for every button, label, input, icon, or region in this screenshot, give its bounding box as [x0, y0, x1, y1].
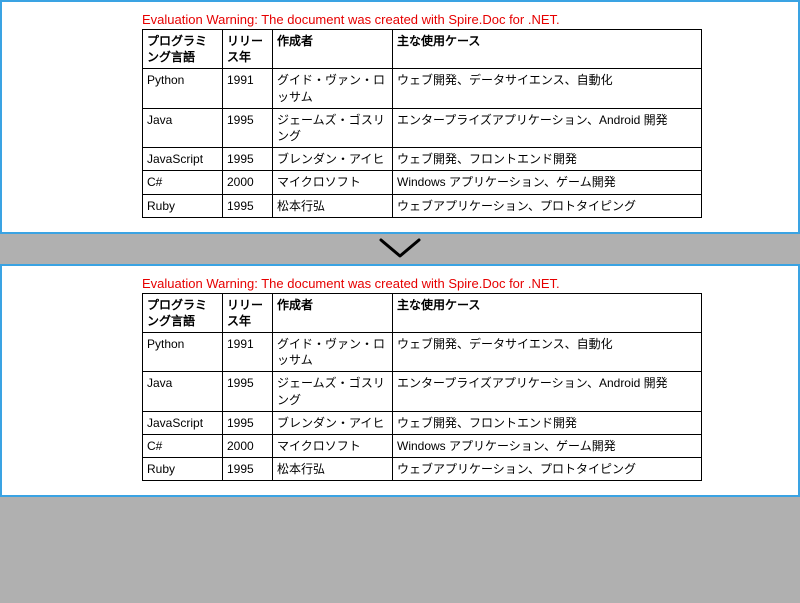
table-row: Ruby 1995 松本行弘 ウェブアプリケーション、プロトタイピング: [143, 458, 702, 481]
cell-year: 1995: [223, 108, 273, 147]
document-panel-after: Evaluation Warning: The document was cre…: [0, 264, 800, 498]
cell-creator: グイド・ヴァン・ロッサム: [273, 69, 393, 108]
cell-creator: マイクロソフト: [273, 435, 393, 458]
cell-use: ウェブアプリケーション、プロトタイピング: [393, 458, 702, 481]
header-creator: 作成者: [273, 293, 393, 332]
cell-creator: グイド・ヴァン・ロッサム: [273, 333, 393, 372]
table-row: C# 2000 マイクロソフト Windows アプリケーション、ゲーム開発: [143, 435, 702, 458]
cell-use: ウェブ開発、フロントエンド開発: [393, 411, 702, 434]
header-use: 主な使用ケース: [393, 293, 702, 332]
table-row: Java 1995 ジェームズ・ゴスリング エンタープライズアプリケーション、A…: [143, 372, 702, 411]
transform-arrow-row: [0, 234, 800, 264]
chevron-down-icon: [377, 236, 423, 262]
header-lang: プログラミング言語: [143, 293, 223, 332]
cell-year: 2000: [223, 435, 273, 458]
cell-use: ウェブ開発、データサイエンス、自動化: [393, 333, 702, 372]
cell-year: 1995: [223, 372, 273, 411]
cell-use: ウェブアプリケーション、プロトタイピング: [393, 194, 702, 217]
table-header-row: プログラミング言語 リリース年 作成者 主な使用ケース: [143, 293, 702, 332]
table-row: C# 2000 マイクロソフト Windows アプリケーション、ゲーム開発: [143, 171, 702, 194]
cell-creator: ジェームズ・ゴスリング: [273, 372, 393, 411]
evaluation-warning: Evaluation Warning: The document was cre…: [142, 276, 778, 291]
table-row: JavaScript 1995 ブレンダン・アイヒ ウェブ開発、フロントエンド開…: [143, 411, 702, 434]
cell-use: Windows アプリケーション、ゲーム開発: [393, 435, 702, 458]
programming-languages-table-modified: プログラミング言語 リリース年 作成者 主な使用ケース Python 1991 …: [142, 293, 702, 482]
cell-creator: ジェームズ・ゴスリング: [273, 108, 393, 147]
cell-year: 1995: [223, 148, 273, 171]
cell-use: ウェブ開発、フロントエンド開発: [393, 148, 702, 171]
header-lang: プログラミング言語: [143, 30, 223, 69]
cell-lang: Ruby: [143, 458, 223, 481]
cell-lang: Python: [143, 333, 223, 372]
table-row: Ruby 1995 松本行弘 ウェブアプリケーション、プロトタイピング: [143, 194, 702, 217]
table-row: Java 1995 ジェームズ・ゴスリング エンタープライズアプリケーション、A…: [143, 108, 702, 147]
cell-creator: マイクロソフト: [273, 171, 393, 194]
cell-lang: Ruby: [143, 194, 223, 217]
header-use: 主な使用ケース: [393, 30, 702, 69]
cell-lang: C#: [143, 171, 223, 194]
cell-lang: JavaScript: [143, 148, 223, 171]
table-header-row: プログラミング言語 リリース年 作成者 主な使用ケース: [143, 30, 702, 69]
cell-year: 1991: [223, 69, 273, 108]
cell-use: エンタープライズアプリケーション、Android 開発: [393, 372, 702, 411]
cell-year: 1995: [223, 411, 273, 434]
table-row: Python 1991 グイド・ヴァン・ロッサム ウェブ開発、データサイエンス、…: [143, 333, 702, 372]
cell-year: 2000: [223, 171, 273, 194]
cell-creator: ブレンダン・アイヒ: [273, 148, 393, 171]
programming-languages-table: プログラミング言語 リリース年 作成者 主な使用ケース Python 1991 …: [142, 29, 702, 218]
cell-lang: Java: [143, 108, 223, 147]
document-panel-before: Evaluation Warning: The document was cre…: [0, 0, 800, 234]
header-year: リリース年: [223, 293, 273, 332]
cell-year: 1995: [223, 194, 273, 217]
cell-year: 1995: [223, 458, 273, 481]
table-row: Python 1991 グイド・ヴァン・ロッサム ウェブ開発、データサイエンス、…: [143, 69, 702, 108]
cell-use: エンタープライズアプリケーション、Android 開発: [393, 108, 702, 147]
cell-creator: 松本行弘: [273, 194, 393, 217]
cell-lang: Python: [143, 69, 223, 108]
cell-lang: JavaScript: [143, 411, 223, 434]
cell-year: 1991: [223, 333, 273, 372]
cell-use: Windows アプリケーション、ゲーム開発: [393, 171, 702, 194]
header-creator: 作成者: [273, 30, 393, 69]
table-row: JavaScript 1995 ブレンダン・アイヒ ウェブ開発、フロントエンド開…: [143, 148, 702, 171]
evaluation-warning: Evaluation Warning: The document was cre…: [142, 12, 778, 27]
cell-creator: ブレンダン・アイヒ: [273, 411, 393, 434]
cell-use: ウェブ開発、データサイエンス、自動化: [393, 69, 702, 108]
cell-lang: C#: [143, 435, 223, 458]
cell-lang: Java: [143, 372, 223, 411]
cell-creator: 松本行弘: [273, 458, 393, 481]
header-year: リリース年: [223, 30, 273, 69]
